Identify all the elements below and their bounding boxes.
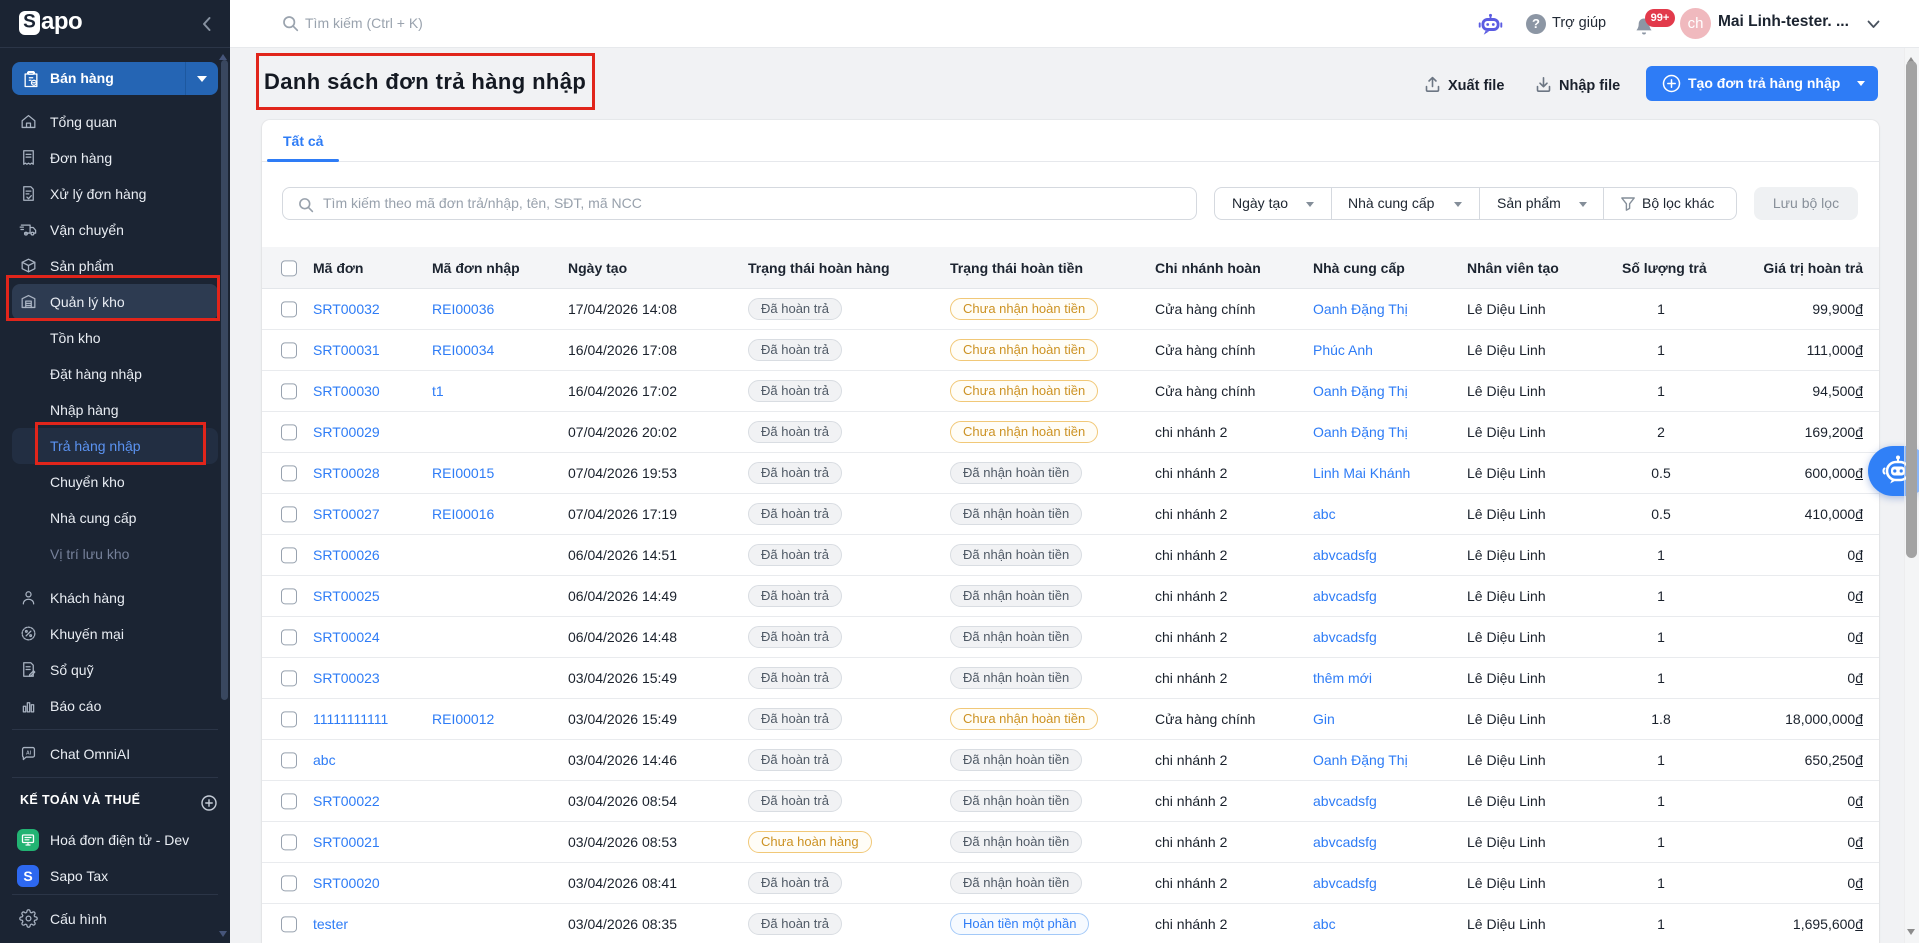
svg-text:AI: AI [26,751,32,757]
